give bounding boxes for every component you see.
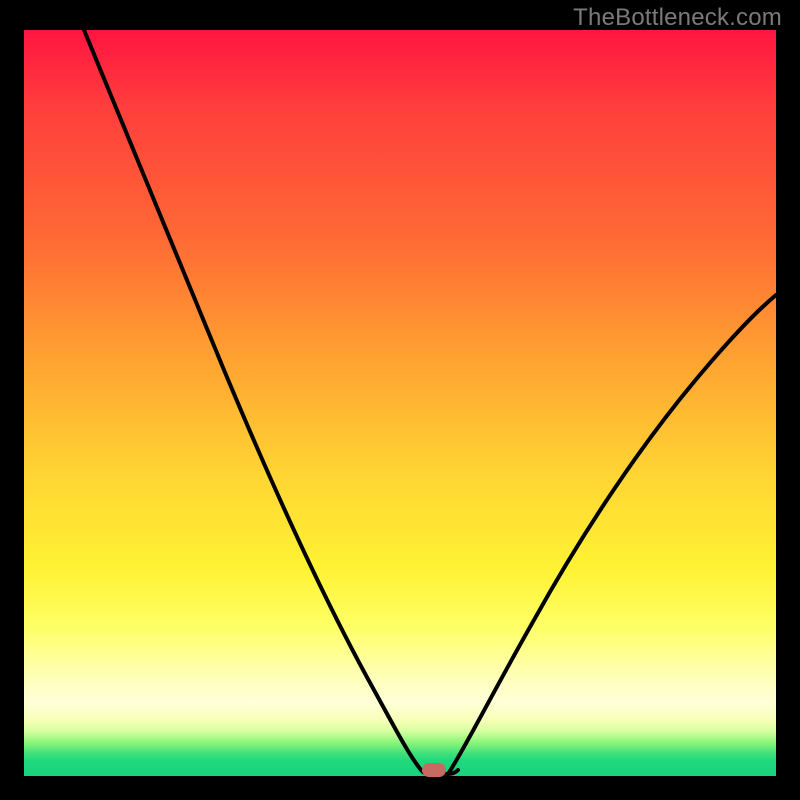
optimum-marker [422, 763, 446, 777]
bottleneck-curve [24, 30, 776, 776]
chart-frame: TheBottleneck.com [0, 0, 800, 800]
plot-area [24, 30, 776, 776]
watermark-text: TheBottleneck.com [573, 4, 782, 32]
